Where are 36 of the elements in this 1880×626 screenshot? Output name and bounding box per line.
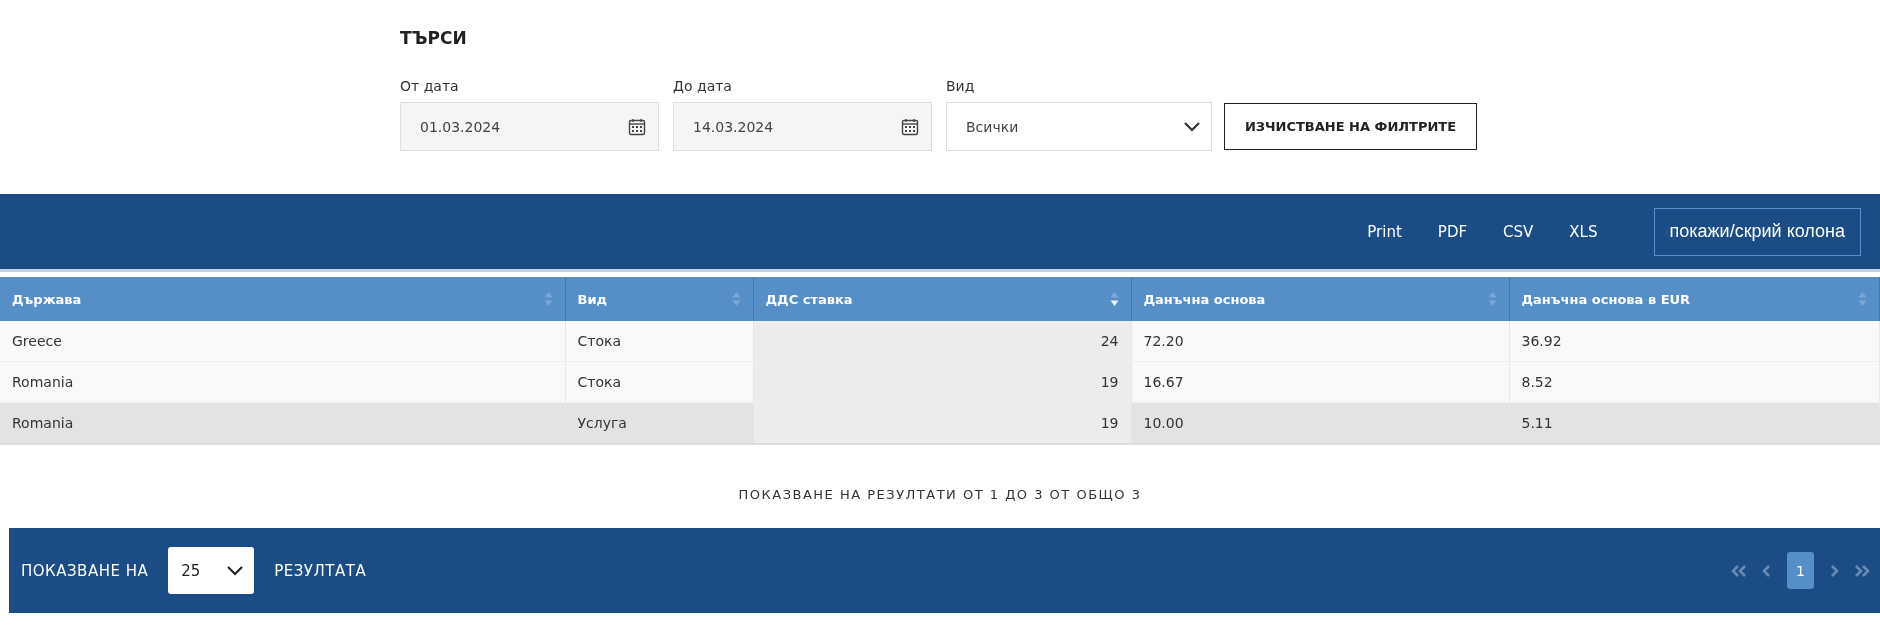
table-cell: 19 — [753, 402, 1131, 444]
table-cell: Стока — [565, 361, 753, 403]
calendar-icon — [901, 117, 919, 136]
page-size-label: РЕЗУЛТАТА — [274, 561, 367, 580]
table-cell: Стока — [565, 321, 753, 362]
table-cell: Romania — [0, 361, 565, 403]
table-cell: 10.00 — [1131, 402, 1509, 444]
date-field[interactable]: 01.03.2024 — [400, 102, 659, 151]
column-toggle-button[interactable]: покажи/скрий колона — [1653, 207, 1861, 256]
table-cell: 72.20 — [1131, 321, 1509, 362]
section-title: ТЪРСИ — [400, 28, 468, 48]
page-size-label: ПОКАЗВАНЕ НА — [21, 561, 149, 580]
calendar-icon — [628, 117, 646, 136]
table-cell: 19 — [753, 361, 1131, 403]
field-label: От дата — [400, 78, 460, 94]
table-cell: 5.11 — [1509, 402, 1880, 444]
page-size-dropdown[interactable]: 25 — [168, 547, 255, 594]
dropdown[interactable]: Всички — [946, 102, 1212, 151]
results-summary: ПОКАЗВАНЕ НА РЕЗУЛТАТИ ОТ 1 ДО 3 ОТ ОБЩО 3 — [737, 487, 1143, 502]
table-cell: Romania — [0, 402, 565, 444]
field-label: До дата — [673, 78, 733, 94]
export-link[interactable]: PDF — [1437, 222, 1468, 241]
table-cell: Услуга — [565, 402, 753, 444]
field-label: Вид — [946, 78, 976, 94]
table-cell: Greece — [0, 321, 565, 362]
export-link[interactable]: XLS — [1569, 222, 1598, 241]
chevron-down-icon — [1183, 121, 1201, 132]
table-cell: 8.52 — [1509, 361, 1880, 403]
table-cell: 36.92 — [1509, 321, 1880, 362]
table-cell: 16.67 — [1131, 361, 1509, 403]
export-link[interactable]: CSV — [1503, 222, 1534, 241]
clear-filters-button[interactable]: ИЗЧИСТВАНЕ НА ФИЛТРИТЕ — [1224, 103, 1477, 150]
table-cell: 24 — [753, 321, 1131, 362]
chevron-down-icon — [226, 565, 245, 576]
date-field[interactable]: 14.03.2024 — [673, 102, 932, 151]
export-link[interactable]: Print — [1367, 222, 1402, 241]
